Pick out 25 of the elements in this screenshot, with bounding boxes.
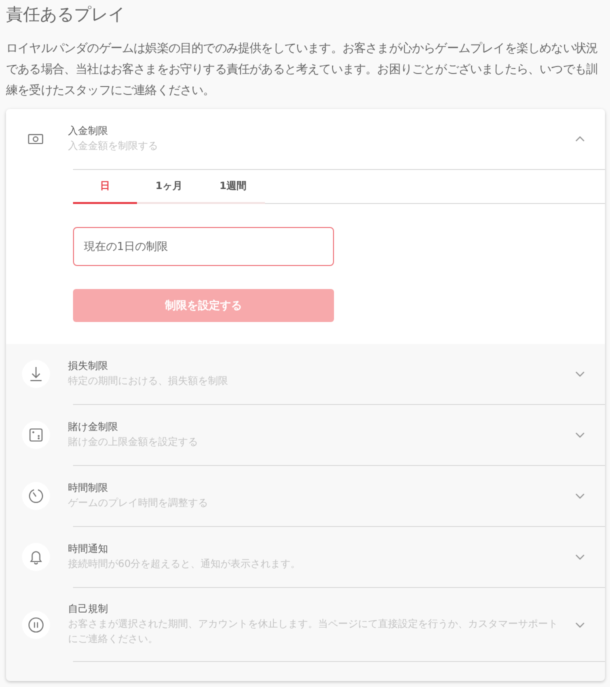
limit-amount-field[interactable]: 現在の1日の制限 bbox=[73, 227, 334, 266]
chevron-down-icon[interactable] bbox=[575, 493, 585, 499]
intro-text: ロイヤルパンダのゲームは娯楽の目的でのみ提供をしています。お客さまが心からゲームプレイを楽しめない状況である場合、当社はお客さまをお守りする責任があると考えています。お困りごとがございましたら、いつでも訓練を受けたスタッフにご連絡ください。 bbox=[6, 40, 599, 99]
timer-icon bbox=[22, 482, 50, 510]
dice-icon bbox=[22, 421, 50, 449]
chevron-down-icon[interactable] bbox=[575, 432, 585, 438]
period-tab[interactable]: 1週間 bbox=[201, 170, 265, 204]
limit-title: 入金制限 bbox=[68, 124, 109, 139]
download-icon bbox=[22, 360, 50, 388]
chevron-down-icon[interactable] bbox=[575, 622, 585, 628]
limit-title: 時間制限 bbox=[68, 482, 109, 496]
chevron-down-icon[interactable] bbox=[575, 371, 585, 377]
period-tab[interactable]: 日 bbox=[73, 170, 137, 204]
page-title: 責任あるプレイ bbox=[6, 4, 126, 26]
limit-description: 入金金額を制限する bbox=[68, 140, 159, 154]
banknote-icon bbox=[28, 134, 44, 144]
period-tab[interactable]: 1ヶ月 bbox=[137, 170, 201, 204]
chevron-down-icon[interactable] bbox=[575, 554, 585, 560]
chevron-up-icon[interactable] bbox=[575, 136, 585, 142]
bell-icon bbox=[22, 543, 50, 571]
limit-title: 時間通知 bbox=[68, 542, 109, 557]
limit-title: 損失制限 bbox=[68, 360, 109, 374]
limit-title: 自己規制 bbox=[68, 602, 109, 617]
pause-icon bbox=[22, 610, 50, 638]
limit-title: 賭け金制限 bbox=[68, 420, 119, 435]
